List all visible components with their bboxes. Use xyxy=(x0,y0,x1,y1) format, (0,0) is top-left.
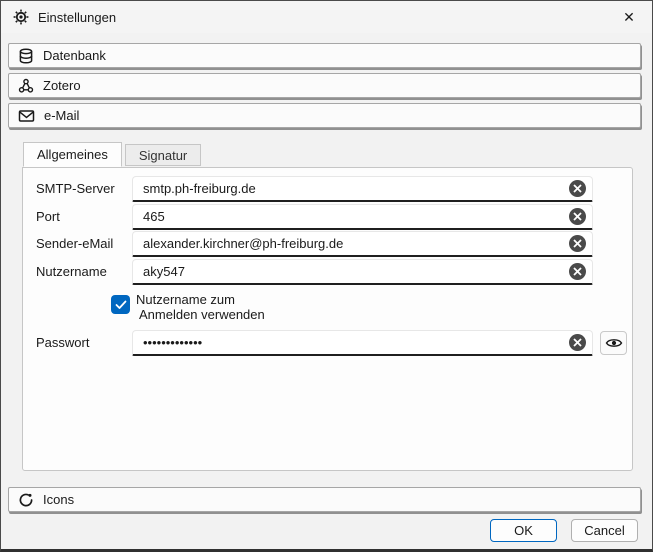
sender-email-input[interactable] xyxy=(132,231,593,257)
section-label: Icons xyxy=(43,492,74,507)
section-label: Zotero xyxy=(43,78,81,93)
clear-smtp-icon[interactable] xyxy=(569,180,586,197)
nutzername-field-wrap xyxy=(132,259,593,285)
clear-nutzername-icon[interactable] xyxy=(569,263,586,280)
smtp-server-input[interactable] xyxy=(132,176,593,202)
section-header-email[interactable]: e-Mail xyxy=(8,103,641,128)
section-header-datenbank[interactable]: Datenbank xyxy=(8,43,641,68)
section-label: e-Mail xyxy=(44,108,79,123)
tab-allgemeines[interactable]: Allgemeines xyxy=(23,142,122,167)
smtp-server-field-wrap xyxy=(132,176,593,202)
smtp-server-label: SMTP-Server xyxy=(36,176,115,202)
port-label: Port xyxy=(36,204,60,230)
window-title: Einstellungen xyxy=(38,10,116,25)
sender-email-label: Sender-eMail xyxy=(36,231,113,257)
section-header-zotero[interactable]: Zotero xyxy=(8,73,641,98)
titlebar: Einstellungen ✕ xyxy=(1,1,652,33)
clear-sender-email-icon[interactable] xyxy=(569,235,586,252)
zotero-icon xyxy=(18,78,34,94)
login-checkbox-row: Nutzername zum Anmelden verwenden xyxy=(111,292,265,322)
refresh-icon xyxy=(18,492,34,508)
envelope-icon xyxy=(18,108,35,124)
gear-icon xyxy=(13,9,29,25)
tab-signatur[interactable]: Signatur xyxy=(125,144,201,166)
cancel-button[interactable]: Cancel xyxy=(571,519,638,542)
settings-dialog: Einstellungen ✕ Datenbank Zotero e-Mail … xyxy=(0,0,653,552)
ok-button[interactable]: OK xyxy=(490,519,557,542)
nutzername-label: Nutzername xyxy=(36,259,107,285)
passwort-field-wrap xyxy=(132,330,593,356)
sender-email-field-wrap xyxy=(132,231,593,257)
section-header-icons[interactable]: Icons xyxy=(8,487,641,512)
passwort-label: Passwort xyxy=(36,330,89,356)
checkmark-icon xyxy=(115,300,127,310)
login-checkbox[interactable] xyxy=(111,295,130,314)
passwort-input[interactable] xyxy=(132,330,593,356)
nutzername-input[interactable] xyxy=(132,259,593,285)
section-label: Datenbank xyxy=(43,48,106,63)
show-password-button[interactable] xyxy=(600,331,627,355)
eye-icon xyxy=(605,337,623,349)
port-input[interactable] xyxy=(132,204,593,230)
email-settings-panel: SMTP-Server Port Sender-eMail Nutzername xyxy=(22,167,633,471)
clear-port-icon[interactable] xyxy=(569,208,586,225)
database-icon xyxy=(18,48,34,64)
clear-passwort-icon[interactable] xyxy=(569,334,586,351)
port-field-wrap xyxy=(132,204,593,230)
close-button[interactable]: ✕ xyxy=(606,1,652,33)
login-checkbox-label: Nutzername zum Anmelden verwenden xyxy=(134,292,265,322)
email-tab-bar: Allgemeines Signatur xyxy=(23,142,201,166)
